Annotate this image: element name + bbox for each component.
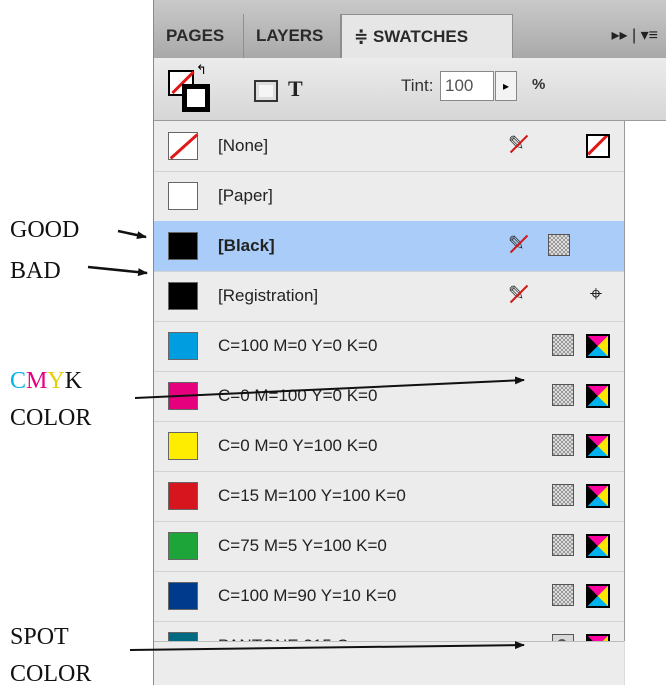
process-icon [552, 434, 574, 456]
formatting-text-icon[interactable]: T [288, 76, 303, 102]
swatch-row[interactable]: [Paper] [154, 171, 624, 222]
tint-stepper-button[interactable]: ▸ [495, 71, 517, 101]
swatch-row[interactable]: C=100 M=90 Y=10 K=0 [154, 571, 624, 622]
cmyk-m-letter: M [26, 368, 48, 394]
swatch-name: C=75 M=5 Y=100 K=0 [218, 536, 387, 555]
swatch-color-chip [168, 482, 198, 510]
tab-pages[interactable]: PAGES [154, 14, 244, 58]
cmyk-y-letter: Y [47, 368, 65, 394]
registration-icon: ⌖ [589, 281, 603, 306]
cmyk-icon [586, 534, 610, 558]
swatch-row[interactable]: C=0 M=0 Y=100 K=0 [154, 421, 624, 472]
process-icon [548, 234, 570, 256]
tint-label: Tint: [401, 76, 434, 95]
swatch-row[interactable]: C=0 M=100 Y=0 K=0 [154, 371, 624, 422]
cmyk-icon [586, 584, 610, 608]
swatch-color-chip [168, 282, 198, 310]
panel-tab-bar: PAGES LAYERS ≑ SWATCHES ▸▸ | ▾≡ [154, 0, 666, 60]
none-icon [586, 134, 610, 158]
swap-arrow-icon[interactable]: ↰ [196, 62, 207, 78]
tint-percent-label: % [532, 76, 546, 93]
swatch-color-chip [168, 132, 198, 160]
swatch-name: C=0 M=0 Y=100 K=0 [218, 436, 378, 455]
tab-layers[interactable]: LAYERS [244, 14, 341, 58]
cmyk-icon [586, 434, 610, 458]
cmyk-icon [586, 484, 610, 508]
no-edit-icon: ✎ [508, 134, 528, 154]
swatch-row[interactable]: C=15 M=100 Y=100 K=0 [154, 471, 624, 522]
spot-annotation: SPOT [10, 624, 69, 650]
swatches-panel: PAGES LAYERS ≑ SWATCHES ▸▸ | ▾≡ ↰ T Tint… [153, 0, 666, 685]
tint-input[interactable]: 100 [440, 71, 494, 101]
swatch-row[interactable]: [None] ✎ [154, 121, 624, 172]
cmyk-icon [586, 334, 610, 358]
swatch-list-footer [154, 641, 624, 685]
process-icon [552, 384, 574, 406]
no-edit-icon: ✎ [508, 284, 528, 304]
swatch-name: C=100 M=90 Y=10 K=0 [218, 586, 397, 605]
process-icon [552, 484, 574, 506]
swatch-row[interactable]: [Registration] ✎ ⌖ [154, 271, 624, 322]
swatch-color-chip [168, 382, 198, 410]
swatch-name: C=15 M=100 Y=100 K=0 [218, 486, 406, 505]
swatch-name: [None] [218, 136, 269, 155]
good-arrow [117, 229, 147, 240]
swatch-color-chip [168, 432, 198, 460]
process-icon [552, 584, 574, 606]
process-icon [552, 534, 574, 556]
spot-color-annotation: COLOR [10, 661, 92, 687]
fill-stroke-icon[interactable]: ↰ [168, 62, 210, 112]
swatch-toolbar: ↰ T Tint: 100 ▸ % [154, 58, 666, 121]
swatch-color-chip [168, 532, 198, 560]
swatch-name: C=0 M=100 Y=0 K=0 [218, 386, 378, 405]
stroke-box-icon[interactable] [182, 84, 210, 112]
swatch-list: [None] ✎ [Paper] [Black] ✎ [Registration] ✎ ⌖ C=… [154, 121, 625, 672]
no-edit-icon: ✎ [508, 234, 528, 254]
cmyk-color-annotation: COLOR [10, 405, 92, 431]
swatch-color-chip [168, 232, 198, 260]
cmyk-annotation: CMYK [10, 362, 82, 400]
swatch-row[interactable]: C=75 M=5 Y=100 K=0 [154, 521, 624, 572]
swatch-color-chip [168, 182, 198, 210]
swatch-name: [Black] [218, 236, 275, 255]
cmyk-k-letter: K [64, 368, 83, 394]
panel-menu-icon[interactable]: ▸▸ | ▾≡ [612, 14, 658, 58]
panel-background [625, 121, 666, 685]
swatch-row[interactable]: C=100 M=0 Y=0 K=0 [154, 321, 624, 372]
swatch-row[interactable]: [Black] ✎ [154, 221, 624, 272]
bad-annotation: BAD [10, 258, 61, 284]
swatch-color-chip [168, 582, 198, 610]
good-annotation: GOOD [10, 217, 80, 243]
bad-arrow [87, 265, 148, 277]
formatting-container-icon[interactable] [254, 80, 278, 102]
process-icon [552, 334, 574, 356]
cmyk-icon [586, 384, 610, 408]
cmyk-c-letter: C [10, 368, 27, 394]
swatch-color-chip [168, 332, 198, 360]
swatch-name: [Registration] [218, 286, 319, 305]
tab-swatches[interactable]: ≑ SWATCHES [341, 14, 513, 60]
swatch-name: [Paper] [218, 186, 273, 205]
swatch-name: C=100 M=0 Y=0 K=0 [218, 336, 378, 355]
